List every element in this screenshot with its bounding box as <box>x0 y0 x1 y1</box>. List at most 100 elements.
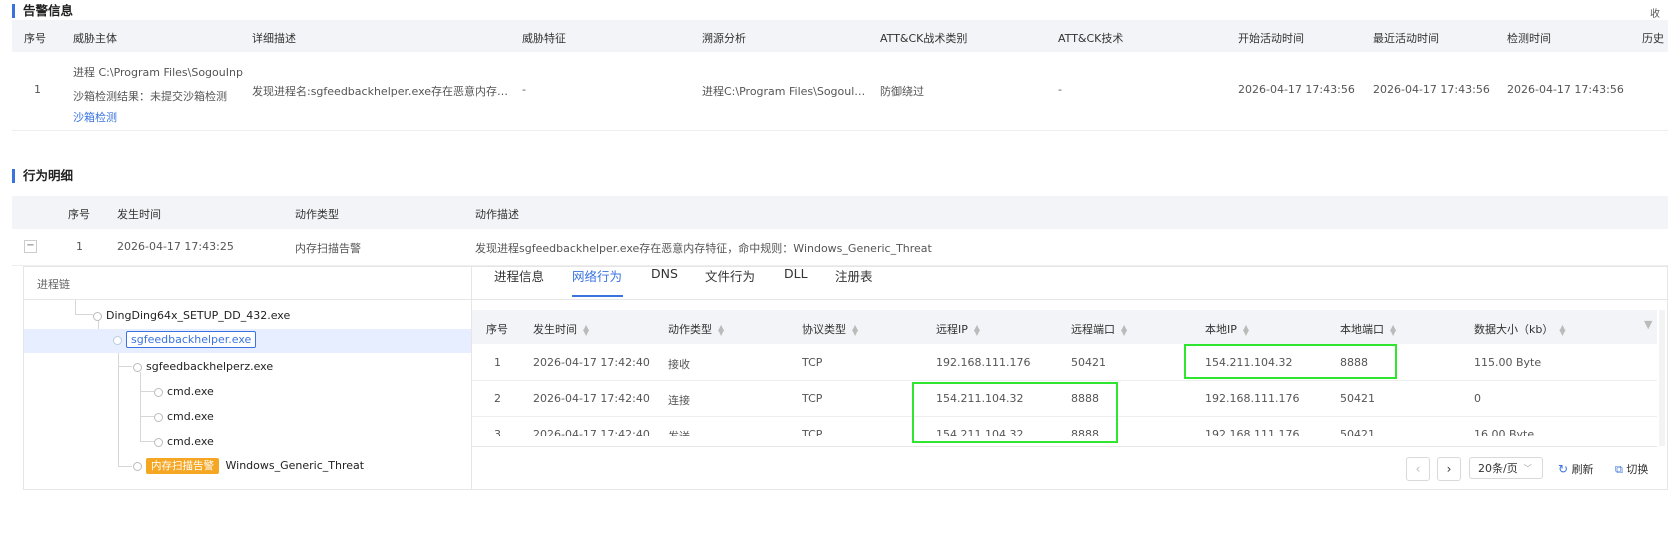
node-dot-icon <box>154 412 163 422</box>
node-dot-icon <box>113 335 122 345</box>
highlight-box-local <box>1184 344 1397 379</box>
chevron-left-icon: ‹ <box>1415 462 1421 476</box>
node-dot-icon <box>154 437 163 447</box>
col-tactic: ATT&CK战术类别 <box>880 32 968 45</box>
alert-detect-time: 2026-04-17 17:43:56 <box>1507 83 1624 96</box>
sort-icon[interactable]: ▲ ▼ <box>583 324 589 337</box>
tree-line <box>140 441 154 442</box>
highlight-box-remote <box>912 382 1118 443</box>
node-dot-icon <box>133 362 142 372</box>
behavior-table-header: 序号 发生时间 动作类型 动作描述 <box>12 196 1668 229</box>
prev-page-button[interactable]: ‹ <box>1406 457 1430 481</box>
col-protocol[interactable]: 协议类型 ▲ ▼ <box>802 321 858 337</box>
tree-line <box>75 300 76 314</box>
tree-line <box>118 466 132 467</box>
col-action-type[interactable]: 动作类型 ▲ ▼ <box>668 321 724 337</box>
sort-icon[interactable]: ▲ ▼ <box>1390 324 1396 337</box>
col-last-time: 最近活动时间 <box>1373 32 1439 45</box>
tree-line <box>140 391 154 392</box>
next-page-button[interactable]: › <box>1437 457 1461 481</box>
alert-index: 1 <box>34 83 41 96</box>
behavior-time: 2026-04-17 17:43:25 <box>117 240 234 253</box>
expand-toggle[interactable]: − <box>24 240 37 253</box>
process-node[interactable]: sgfeedbackhelperz.exe <box>133 360 273 373</box>
node-dot-icon <box>93 311 102 321</box>
behavior-section-title: 行为明细 <box>12 169 73 183</box>
sandbox-result: 沙箱检测结果：未提交沙箱检测 <box>73 90 227 103</box>
process-chain-header: 进程链 <box>23 266 472 300</box>
col-data-size[interactable]: 数据大小（kb） ▲ ▼ <box>1474 321 1566 337</box>
alert-tag: 内存扫描告警 <box>146 458 219 474</box>
process-node[interactable]: cmd.exe <box>154 410 214 423</box>
alert-technique: - <box>1058 83 1062 96</box>
col-technique: ATT&CK技术 <box>1058 32 1124 45</box>
col-index: 序号 <box>68 208 90 221</box>
sandbox-link[interactable]: 沙箱检测 <box>73 109 117 125</box>
col-local-ip[interactable]: 本地IP ▲ ▼ <box>1205 321 1249 337</box>
col-index: 序号 <box>486 323 508 336</box>
alert-description: 发现进程名:sgfeedbackhelper.exe存在恶意内存… <box>252 85 509 98</box>
behavior-row: − 1 2026-04-17 17:43:25 内存扫描告警 发现进程sgfee… <box>12 229 1668 266</box>
col-action-desc: 动作描述 <box>475 208 519 221</box>
refresh-button[interactable]: ↻ 刷新 <box>1558 461 1594 477</box>
tab-process-info[interactable]: 进程信息 <box>494 266 544 285</box>
process-node-selected[interactable]: sgfeedbackhelper.exe <box>113 331 257 348</box>
chevron-down-icon: ﹀ <box>1523 463 1532 473</box>
alert-start-time: 2026-04-17 17:43:56 <box>1238 83 1355 96</box>
scrollbar[interactable] <box>1659 310 1665 446</box>
tree-line <box>75 314 93 315</box>
table-footer-divider <box>472 446 1657 447</box>
alert-subject: 进程 C:\Program Files\SogouInput <box>73 66 243 79</box>
process-node[interactable]: DingDing64x_SETUP_DD_432.exe <box>93 309 290 322</box>
behavior-index: 1 <box>76 240 83 253</box>
alert-table-header: 序号 威胁主体 详细描述 威胁特征 溯源分析 ATT&CK战术类别 ATT&CK… <box>12 20 1668 52</box>
tree-line <box>140 372 141 442</box>
process-chain-title: 进程链 <box>37 278 70 291</box>
tree-line <box>140 416 154 417</box>
sort-icon[interactable]: ▲ ▼ <box>1121 324 1127 337</box>
col-time[interactable]: 发生时间 ▲ ▼ <box>533 321 589 337</box>
process-node[interactable]: cmd.exe <box>154 435 214 448</box>
switch-button[interactable]: ⧉ 切换 <box>1615 461 1648 477</box>
node-dot-icon <box>133 461 142 471</box>
tab-file-behavior[interactable]: 文件行为 <box>705 266 755 285</box>
col-local-port[interactable]: 本地端口 ▲ ▼ <box>1340 321 1396 337</box>
col-start-time: 开始活动时间 <box>1238 32 1304 45</box>
chevron-right-icon: › <box>1446 462 1452 476</box>
sort-icon[interactable]: ▲ ▼ <box>852 324 858 337</box>
table-row[interactable]: 1 2026-04-17 17:42:40 接收 TCP 192.168.111… <box>472 344 1657 381</box>
switch-icon: ⧉ <box>1615 463 1623 476</box>
alert-feature: - <box>522 83 526 96</box>
col-description: 详细描述 <box>252 32 296 45</box>
col-index: 序号 <box>24 32 46 45</box>
tab-network-behavior[interactable]: 网络行为 <box>572 266 622 285</box>
col-remote-port[interactable]: 远程端口 ▲ ▼ <box>1071 321 1127 337</box>
alert-trace: 进程C:\Program Files\Sogoul… <box>702 85 866 98</box>
sort-icon[interactable]: ▲ ▼ <box>718 324 724 337</box>
tab-dll[interactable]: DLL <box>784 266 808 281</box>
tab-dns[interactable]: DNS <box>651 266 678 281</box>
col-history: 历史 <box>1642 32 1664 45</box>
network-table-header: 序号 发生时间 ▲ ▼ 动作类型 ▲ ▼ 协议类型 ▲ ▼ 远程IP ▲ ▼ 远程端口 ▲ ▼ 本地… <box>472 310 1657 344</box>
sort-icon[interactable]: ▲ ▼ <box>1559 324 1565 337</box>
tree-line <box>118 366 132 367</box>
tab-registry[interactable]: 注册表 <box>835 266 873 285</box>
col-subject: 威胁主体 <box>73 32 117 45</box>
node-dot-icon <box>154 387 163 397</box>
tree-line <box>118 346 119 466</box>
sort-icon[interactable]: ▲ ▼ <box>974 324 980 337</box>
col-feature: 威胁特征 <box>522 32 566 45</box>
alert-node[interactable]: 内存扫描告警 Windows_Generic_Threat <box>133 458 364 474</box>
filter-icon[interactable]: ▼ <box>1644 318 1652 331</box>
col-time: 发生时间 <box>117 208 161 221</box>
alert-last-time: 2026-04-17 17:43:56 <box>1373 83 1490 96</box>
alert-section-title: 告警信息 <box>12 4 73 18</box>
sort-icon[interactable]: ▲ ▼ <box>1243 324 1249 337</box>
alert-tactic: 防御绕过 <box>880 85 924 98</box>
behavior-type: 内存扫描告警 <box>295 242 361 255</box>
active-tab-indicator <box>572 295 623 297</box>
process-node[interactable]: cmd.exe <box>154 385 214 398</box>
page-size-select[interactable]: 20条/页 ﹀ <box>1469 457 1543 479</box>
col-remote-ip[interactable]: 远程IP ▲ ▼ <box>936 321 980 337</box>
col-detect-time: 检测时间 <box>1507 32 1551 45</box>
